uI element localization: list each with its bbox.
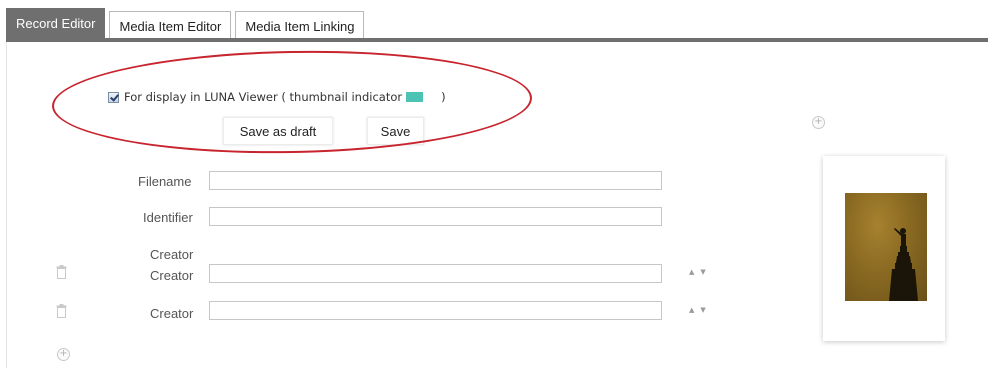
- identifier-label: Identifier: [143, 210, 193, 225]
- move-up-triangle-up-icon[interactable]: ▲: [689, 268, 694, 276]
- delete-creator-trash-icon[interactable]: [56, 265, 67, 279]
- creator-group-label: Creator: [150, 247, 194, 262]
- creator-input-1[interactable]: [209, 264, 662, 283]
- move-down-triangle-down-icon[interactable]: ▼: [700, 268, 705, 276]
- creator-label-2: Creator: [150, 306, 194, 321]
- media-thumbnail-card: [823, 156, 945, 341]
- identifier-input[interactable]: [209, 207, 662, 226]
- display-in-viewer-label: For display in LUNA Viewer ( thumbnail i…: [124, 90, 403, 104]
- tab-bar: Record Editor Media Item Editor Media It…: [6, 8, 365, 40]
- thumbnail-indicator-swatch: [406, 92, 424, 102]
- filename-label: Filename: [138, 174, 192, 189]
- move-down-triangle-down-icon[interactable]: ▼: [700, 306, 705, 314]
- tab-underline: [6, 38, 988, 42]
- filename-input[interactable]: [209, 171, 662, 190]
- save-button[interactable]: Save: [367, 117, 424, 145]
- delete-creator-trash-icon[interactable]: [56, 304, 67, 318]
- tab-record-editor[interactable]: Record Editor: [6, 8, 106, 40]
- creator-input-2[interactable]: [209, 301, 662, 320]
- creator-reorder-1: ▲ ▼: [689, 268, 706, 276]
- display-in-viewer-label-close: ): [441, 90, 446, 104]
- creator-reorder-2: ▲ ▼: [689, 306, 706, 314]
- creator-label-1: Creator: [150, 268, 194, 283]
- add-media-plus-icon[interactable]: +: [812, 116, 825, 129]
- tab-media-item-linking[interactable]: Media Item Linking: [235, 11, 365, 40]
- tab-media-item-editor[interactable]: Media Item Editor: [109, 11, 232, 40]
- display-in-viewer-row: For display in LUNA Viewer ( thumbnail i…: [108, 90, 446, 104]
- record-editor-page: Record Editor Media Item Editor Media It…: [0, 0, 988, 368]
- media-thumbnail-image[interactable]: [845, 193, 927, 301]
- move-up-triangle-up-icon[interactable]: ▲: [689, 306, 694, 314]
- display-in-viewer-checkbox[interactable]: [108, 91, 119, 103]
- add-field-plus-icon[interactable]: +: [57, 348, 70, 361]
- save-as-draft-button[interactable]: Save as draft: [223, 117, 333, 145]
- content-left-border: [6, 42, 7, 368]
